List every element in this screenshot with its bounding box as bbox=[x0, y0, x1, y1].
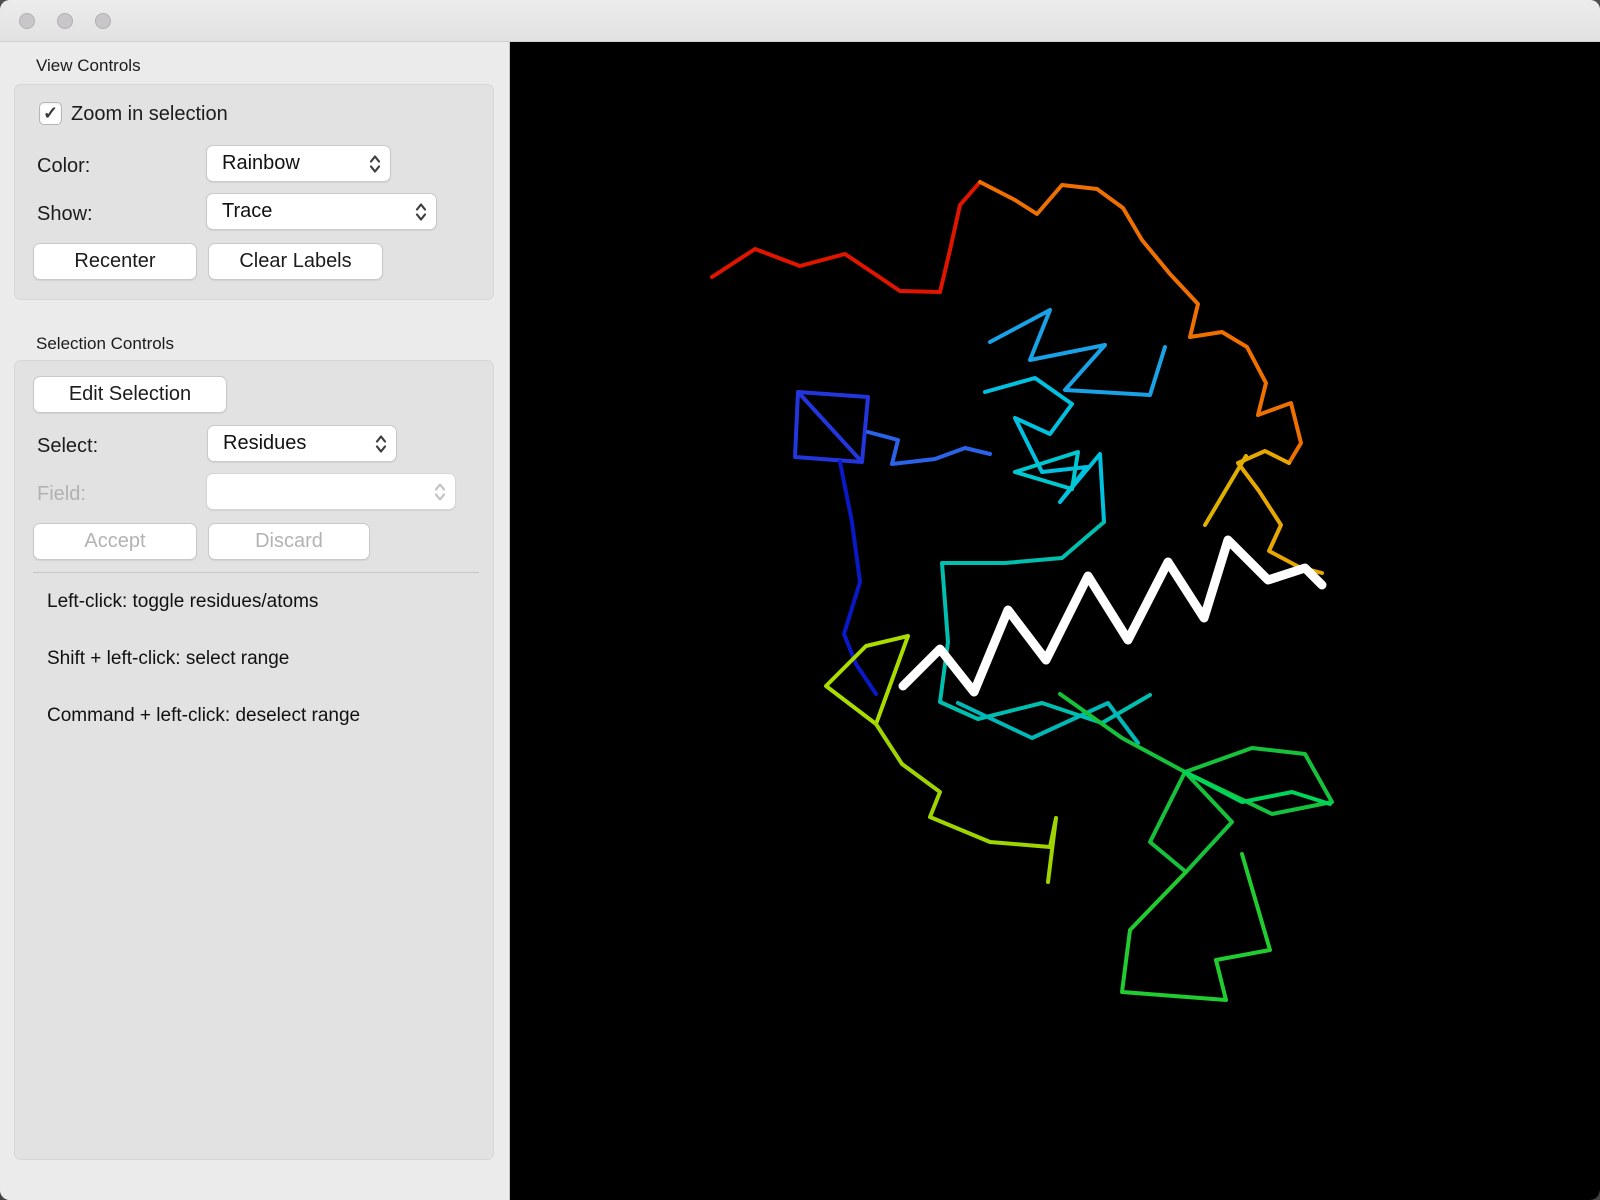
chevron-updown-icon bbox=[432, 480, 448, 504]
divider bbox=[33, 572, 479, 573]
edit-selection-button[interactable]: Edit Selection bbox=[33, 376, 227, 413]
trace-segment-green-starburst[interactable] bbox=[1058, 692, 1334, 874]
close-window-button[interactable] bbox=[19, 13, 35, 29]
trace-segment-blue-descent[interactable] bbox=[838, 460, 878, 696]
hint-left-click: Left-click: toggle residues/atoms bbox=[47, 591, 319, 612]
checkmark-icon: ✓ bbox=[42, 103, 59, 123]
field-dropdown bbox=[206, 473, 456, 510]
select-dropdown-value: Residues bbox=[223, 432, 307, 454]
recenter-button[interactable]: Recenter bbox=[33, 243, 197, 280]
selection-controls-title: Selection Controls bbox=[36, 334, 174, 353]
trace-segment-gold-branch[interactable] bbox=[1203, 454, 1248, 527]
hint-command-left-click: Command + left-click: deselect range bbox=[47, 705, 361, 726]
color-dropdown-value: Rainbow bbox=[222, 152, 300, 174]
view-controls-group: ✓ Zoom in selection Color: Rainbow Show:… bbox=[14, 84, 494, 300]
select-label: Select: bbox=[37, 435, 99, 457]
trace-segment-green-bottom[interactable] bbox=[1120, 852, 1272, 1002]
discard-button: Discard bbox=[208, 523, 370, 560]
chevron-updown-icon bbox=[367, 152, 383, 176]
view-controls-title: View Controls bbox=[36, 56, 141, 75]
show-dropdown[interactable]: Trace bbox=[206, 193, 437, 230]
molecule-viewport[interactable] bbox=[510, 42, 1600, 1200]
trace-segment-gold-loop[interactable] bbox=[1236, 449, 1324, 575]
show-dropdown-value: Trace bbox=[222, 200, 273, 222]
molecule-trace bbox=[710, 180, 1334, 1002]
selection-controls-group: Edit Selection Select: Residues Field: A… bbox=[14, 360, 494, 1160]
minimize-window-button[interactable] bbox=[57, 13, 73, 29]
trace-segment-chartreuse-descent[interactable] bbox=[874, 722, 1058, 884]
chevron-updown-icon bbox=[373, 432, 389, 456]
hint-shift-left-click: Shift + left-click: select range bbox=[47, 648, 290, 669]
field-label: Field: bbox=[37, 483, 86, 505]
color-label: Color: bbox=[37, 155, 91, 177]
trace-segment-cyan-upper[interactable] bbox=[983, 376, 1106, 524]
control-sidebar: View Controls ✓ Zoom in selection Color:… bbox=[0, 42, 510, 1200]
show-label: Show: bbox=[37, 203, 93, 225]
color-dropdown[interactable]: Rainbow bbox=[206, 145, 391, 182]
trace-segment-teal-cross[interactable] bbox=[956, 701, 1140, 745]
zoom-window-button[interactable] bbox=[95, 13, 111, 29]
select-dropdown[interactable]: Residues bbox=[207, 425, 397, 462]
app-window: View Controls ✓ Zoom in selection Color:… bbox=[0, 0, 1600, 1200]
trace-segment-spring-green[interactable] bbox=[1183, 770, 1332, 806]
zoom-in-selection-checkbox[interactable]: ✓ bbox=[39, 102, 62, 125]
accept-button: Accept bbox=[33, 523, 197, 560]
titlebar[interactable] bbox=[0, 0, 1600, 42]
chevron-updown-icon bbox=[413, 200, 429, 224]
trace-segment-red-n-terminus[interactable] bbox=[710, 180, 982, 294]
trace-segment-blue-square[interactable] bbox=[793, 390, 870, 464]
trace-segment-blue-mid[interactable] bbox=[866, 430, 992, 466]
zoom-in-selection-label: Zoom in selection bbox=[71, 103, 228, 125]
clear-labels-button[interactable]: Clear Labels bbox=[208, 243, 383, 280]
